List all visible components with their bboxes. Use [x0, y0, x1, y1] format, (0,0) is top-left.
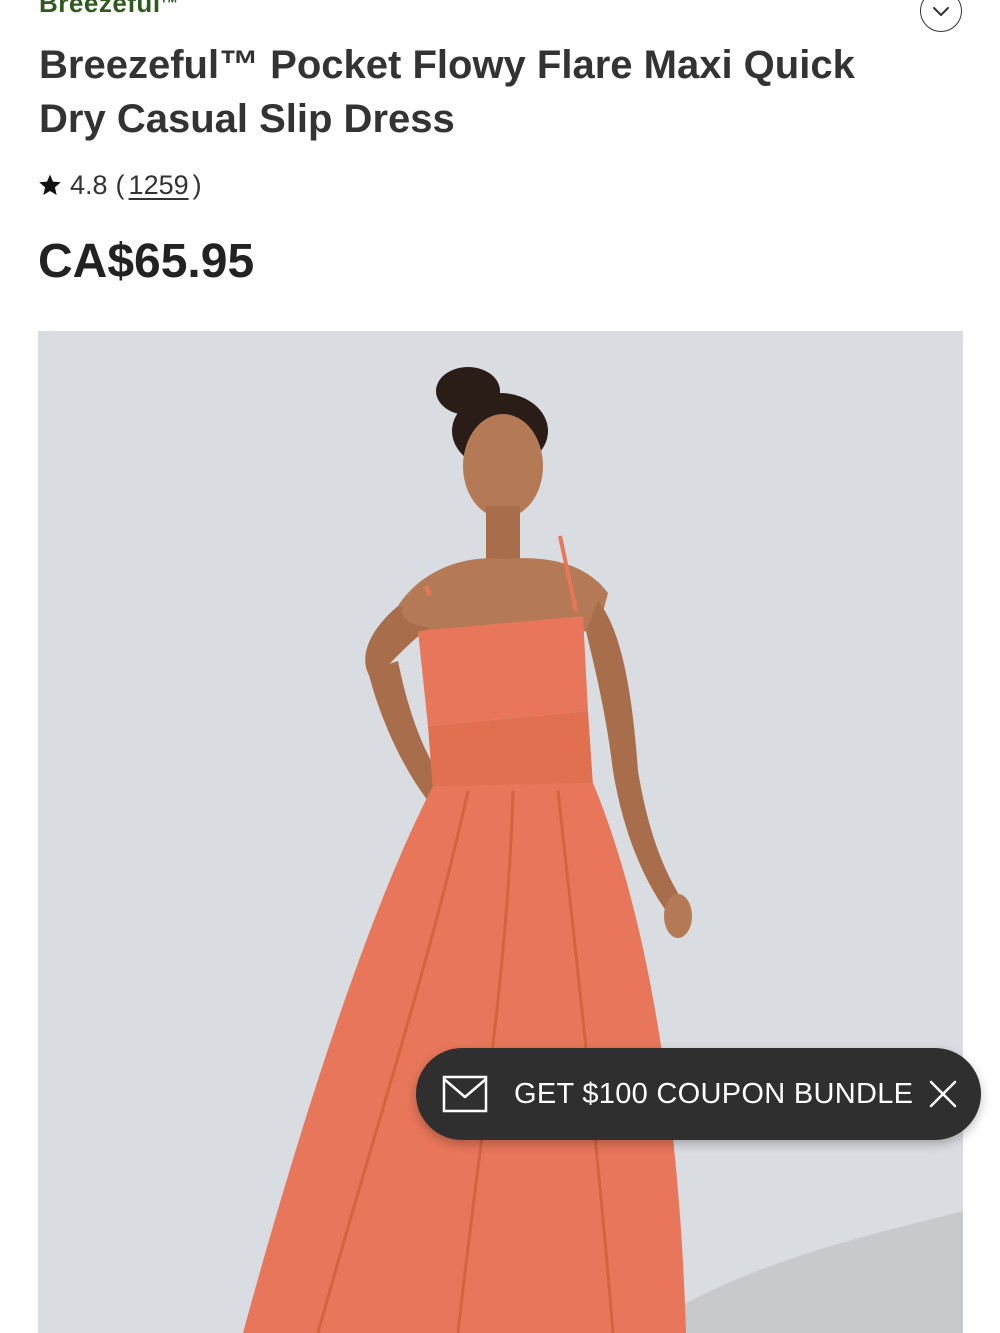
model-illustration [243, 367, 963, 1333]
product-page: BreezefulTM Breezeful™ Pocket Flowy Flar… [0, 0, 1000, 1333]
review-count-link[interactable]: 1259 [129, 170, 189, 201]
open-paren: ( [115, 169, 125, 200]
product-title: Breezeful™ Pocket Flowy Flare Maxi Quick… [39, 43, 855, 141]
close-icon[interactable] [927, 1078, 959, 1110]
close-paren: ) [192, 169, 202, 200]
rating-value: 4.8 [70, 169, 108, 200]
product-price: CA$65.95 [38, 235, 255, 288]
mail-icon [442, 1075, 488, 1113]
product-image[interactable] [38, 331, 963, 1333]
coupon-label: GET $100 COUPON BUNDLE [514, 1077, 914, 1110]
product-rating: 4.8 ( 1259 ) [38, 168, 202, 202]
brand-link[interactable]: BreezefulTM [39, 0, 177, 19]
chevron-down-icon [933, 7, 949, 16]
star-icon [39, 174, 61, 195]
coupon-bundle-banner[interactable]: GET $100 COUPON BUNDLE [416, 1048, 981, 1140]
expand-button[interactable] [920, 0, 962, 32]
